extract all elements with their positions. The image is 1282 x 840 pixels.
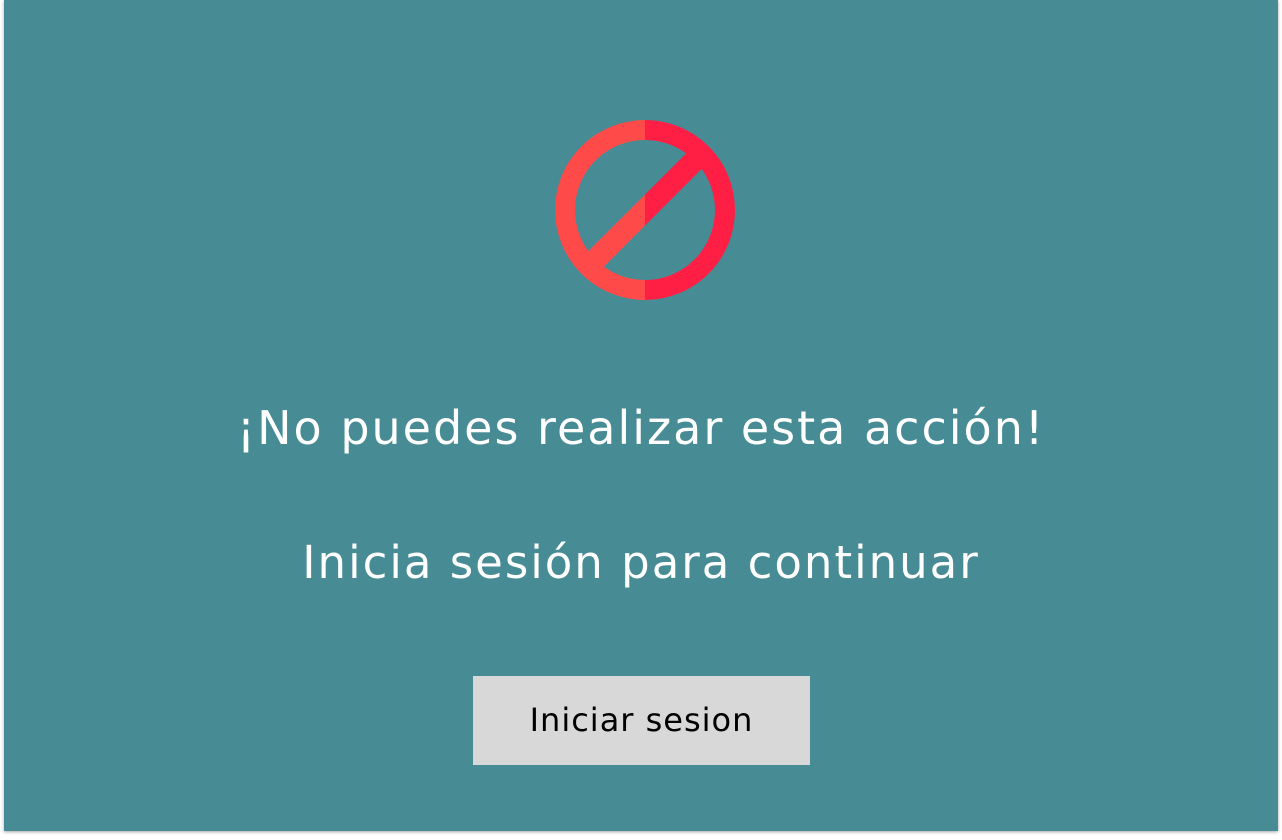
- page: ¡No puedes realizar esta acción! Inicia …: [0, 0, 1282, 840]
- error-title: ¡No puedes realizar esta acción!: [236, 401, 1046, 455]
- prohibited-icon: [551, 116, 739, 304]
- access-denied-panel: ¡No puedes realizar esta acción! Inicia …: [4, 0, 1278, 831]
- login-prompt: Inicia sesión para continuar: [302, 536, 980, 589]
- login-button[interactable]: Iniciar sesion: [473, 676, 810, 765]
